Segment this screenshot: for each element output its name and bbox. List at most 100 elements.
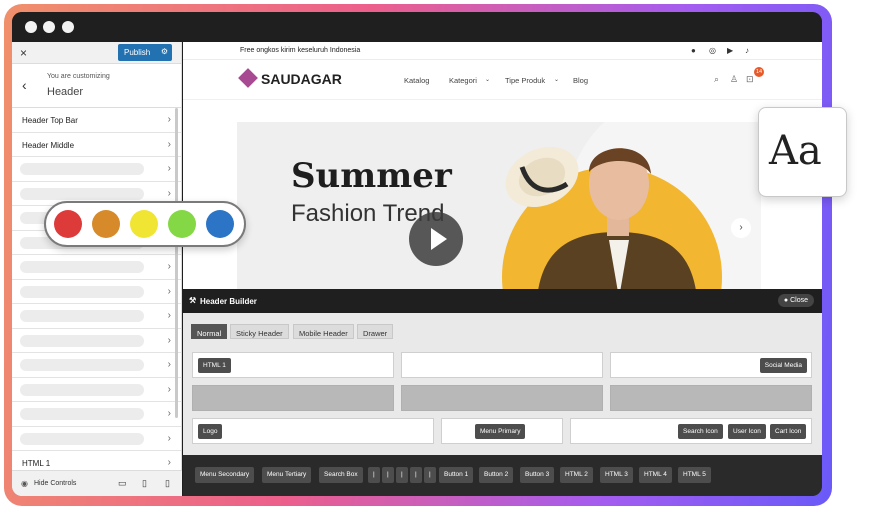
placeholder-bar [20,310,144,322]
sidebar-item-placeholder[interactable]: › [12,329,181,353]
top-row-right-cell[interactable]: Social Media [610,352,812,378]
sidebar-item-label: Header Middle [22,140,75,150]
color-swatch-blue[interactable] [206,210,234,238]
cart-icon[interactable]: ⊡ [746,74,754,85]
color-swatch-yellow[interactable] [130,210,158,238]
placeholder-bar [20,163,144,175]
middle-row-right-cell[interactable] [610,385,812,411]
window-minimize-dot[interactable] [43,21,55,33]
instagram-icon[interactable]: ◎ [709,46,716,55]
hide-controls-button[interactable]: Hide Controls [34,480,76,487]
sidebar-item-placeholder[interactable]: › [12,402,181,427]
color-swatch-red[interactable] [54,210,82,238]
chevron-right-icon: › [167,114,171,125]
middle-row-left-cell[interactable] [192,385,394,411]
site-logo[interactable]: SAUDAGAR [261,71,342,87]
tab-drawer[interactable]: Drawer [357,324,394,339]
top-row-left-cell[interactable]: HTML 1 [192,352,394,378]
available-chip[interactable]: HTML 3 [600,467,633,483]
sidebar-topbar: × Publish ⚙ [12,42,181,64]
available-chip[interactable]: Button 1 [439,467,474,483]
user-icon[interactable]: ♙ [730,74,738,85]
publish-button[interactable]: Publish ⚙ [118,44,172,61]
hide-controls-icon[interactable]: ◉ [21,479,28,488]
site-topbar: Free ongkos kirim keseluruh Indonesia ● … [183,42,822,60]
chevron-right-icon: › [167,359,171,370]
available-chip[interactable]: Button 3 [520,467,555,483]
search-icon[interactable]: ⌕ [714,74,719,85]
chevron-right-icon: › [167,138,171,150]
sidebar-item-placeholder[interactable]: › [12,427,181,451]
search-icon-chip[interactable]: Search Icon [678,424,723,439]
menu-primary-chip[interactable]: Menu Primary [475,424,526,439]
available-chip[interactable]: Menu Tertiary [262,467,312,483]
close-builder-button[interactable]: ● Close [777,294,814,307]
available-chip[interactable]: Menu Secondary [195,467,255,483]
user-icon-chip[interactable]: User Icon [728,424,766,439]
placeholder-bar [20,383,144,396]
placeholder-bar [20,187,144,200]
sidebar-item-placeholder[interactable]: › [12,255,181,280]
facebook-icon[interactable]: ● [691,46,696,55]
chevron-right-icon: › [167,408,171,419]
top-row-center-cell[interactable] [401,352,603,378]
window-zoom-dot[interactable] [62,21,74,33]
sidebar-item-placeholder[interactable]: › [12,280,181,304]
color-swatch-palette [44,201,246,247]
available-chip[interactable]: | [410,467,422,483]
tab-normal[interactable]: Normal [191,324,228,339]
color-swatch-green[interactable] [168,210,196,238]
nav-kategori[interactable]: Kategori [449,76,477,85]
mobile-preview-icon[interactable]: ▯ [165,478,170,489]
nav-katalog[interactable]: Katalog [404,76,429,85]
available-chip[interactable]: Search Box [319,467,363,483]
close-icon[interactable]: × [20,46,27,60]
desktop-preview-icon[interactable]: ▭ [118,478,127,489]
available-chip[interactable]: Button 2 [479,467,514,483]
sidebar-item-placeholder[interactable]: › [12,353,181,378]
bottom-row-center-cell[interactable]: Menu Primary [441,418,563,444]
sidebar-item-label: Header Top Bar [22,116,78,125]
logo-chip[interactable]: Logo [198,424,223,439]
tab-mobile-header[interactable]: Mobile Header [293,324,354,339]
chevron-right-icon: › [167,187,171,199]
customizing-label: You are customizing [47,73,110,80]
html-1-chip[interactable]: HTML 1 [198,358,231,373]
sidebar-item-header-middle[interactable]: Header Middle › [12,133,181,157]
bottom-row-left-cell[interactable]: Logo [192,418,434,444]
tab-sticky-header[interactable]: Sticky Header [230,324,289,339]
placeholder-bar [20,285,144,298]
sidebar-item-placeholder[interactable]: › [12,304,181,329]
youtube-icon[interactable]: ▶ [727,46,733,55]
tiktok-icon[interactable]: ♪ [745,46,749,55]
play-button-icon[interactable] [409,212,463,266]
available-chip[interactable]: HTML 2 [560,467,593,483]
nav-blog[interactable]: Blog [573,76,588,85]
chevron-right-icon: › [167,310,171,321]
cart-icon-chip[interactable]: Cart Icon [770,424,807,439]
window-close-dot[interactable] [25,21,37,33]
bottom-row-right-cell[interactable]: Search Icon User Icon Cart Icon [570,418,812,444]
chevron-right-icon: › [167,334,171,346]
available-chip[interactable]: HTML 4 [639,467,672,483]
available-chip[interactable]: HTML 5 [678,467,711,483]
sidebar-item-placeholder[interactable]: › [12,378,181,402]
sidebar-scrollbar[interactable] [175,108,178,418]
color-swatch-orange[interactable] [92,210,120,238]
window-titlebar [12,12,822,42]
gear-icon[interactable]: ⚙ [161,47,168,56]
tablet-preview-icon[interactable]: ▯ [142,478,147,489]
social-media-chip[interactable]: Social Media [759,358,807,373]
site-navbar: SAUDAGAR Katalog Kategori ⌄ Tipe Produk … [183,60,822,100]
back-arrow-icon[interactable]: ‹ [22,77,27,93]
middle-row-center-cell[interactable] [401,385,603,411]
available-chip[interactable]: | [382,467,394,483]
browser-window: × Publish ⚙ ‹ You are customizing Header… [12,12,822,496]
available-chip[interactable]: | [396,467,408,483]
available-chip[interactable]: | [368,467,380,483]
available-chip[interactable]: | [424,467,436,483]
sidebar-item-header-top-bar[interactable]: Header Top Bar › [12,108,181,133]
nav-tipe-produk[interactable]: Tipe Produk [505,76,545,85]
next-slide-icon[interactable]: › [731,218,751,238]
sidebar-item-placeholder[interactable]: › [12,157,181,182]
